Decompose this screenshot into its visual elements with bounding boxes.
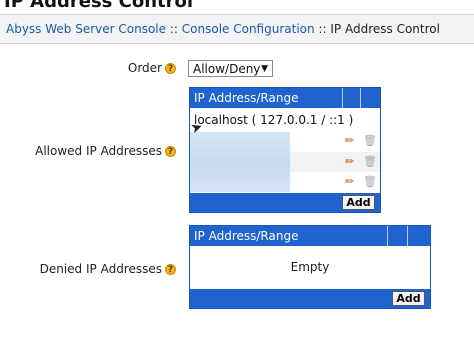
pencil-icon[interactable]: ✏ [345, 134, 354, 147]
page-title: IP Address Control [4, 0, 194, 12]
redacted-ip-values [190, 132, 290, 192]
denied-table-footer: Add [190, 289, 430, 308]
pencil-icon[interactable]: ✏ [345, 175, 354, 188]
allowed-column-header: IP Address/Range [194, 91, 299, 105]
breadcrumb-separator: :: [169, 22, 178, 36]
denied-empty-text: Empty [290, 260, 330, 274]
allowed-label: Allowed IP Addresses [35, 144, 162, 158]
order-select[interactable]: Allow/Deny ▼ [188, 60, 273, 77]
breadcrumb-link-console[interactable]: Abyss Web Server Console [6, 22, 166, 36]
denied-table-header: IP Address/Range [190, 226, 430, 246]
allowed-table-header: IP Address/Range [190, 88, 380, 108]
column-divider [387, 226, 388, 246]
allowed-row-label: Allowed IP Addresses? [35, 144, 176, 158]
order-select-value: Allow/Deny [193, 62, 261, 76]
denied-ip-table: IP Address/Range Empty Add [189, 225, 431, 309]
page-title-bar: IP Address Control [0, 0, 474, 14]
order-label: Order [127, 61, 162, 75]
add-denied-button[interactable]: Add [392, 291, 425, 306]
chevron-down-icon: ▼ [261, 64, 268, 74]
trash-icon[interactable]: 🗑 [363, 175, 377, 188]
trash-icon[interactable]: 🗑 [363, 134, 377, 147]
order-row-label: Order? [128, 61, 176, 75]
table-row: localhost ( 127.0.0.1 / ::1 ) [190, 112, 380, 130]
column-divider [342, 88, 343, 108]
question-circle-icon[interactable]: ? [165, 146, 176, 157]
breadcrumb-link-console-configuration[interactable]: Console Configuration [182, 22, 315, 36]
allowed-ip-table: IP Address/Range localhost ( 127.0.0.1 /… [189, 87, 381, 213]
column-divider [360, 88, 361, 108]
allowed-table-footer: Add [190, 193, 380, 212]
pencil-icon[interactable]: ✏ [345, 155, 354, 168]
column-divider [407, 226, 408, 246]
breadcrumb: Abyss Web Server Console :: Console Conf… [0, 14, 474, 44]
trash-icon[interactable]: 🗑 [363, 155, 377, 168]
add-allowed-button[interactable]: Add [342, 195, 375, 210]
denied-column-header: IP Address/Range [194, 229, 299, 243]
allowed-row-value: localhost ( 127.0.0.1 / ::1 ) [194, 113, 354, 127]
breadcrumb-separator: :: [318, 22, 327, 36]
denied-label: Denied IP Addresses [39, 262, 162, 276]
question-circle-icon[interactable]: ? [165, 63, 176, 74]
breadcrumb-current: IP Address Control [330, 22, 440, 36]
denied-row-label: Denied IP Addresses? [40, 262, 176, 276]
question-circle-icon[interactable]: ? [165, 264, 176, 275]
